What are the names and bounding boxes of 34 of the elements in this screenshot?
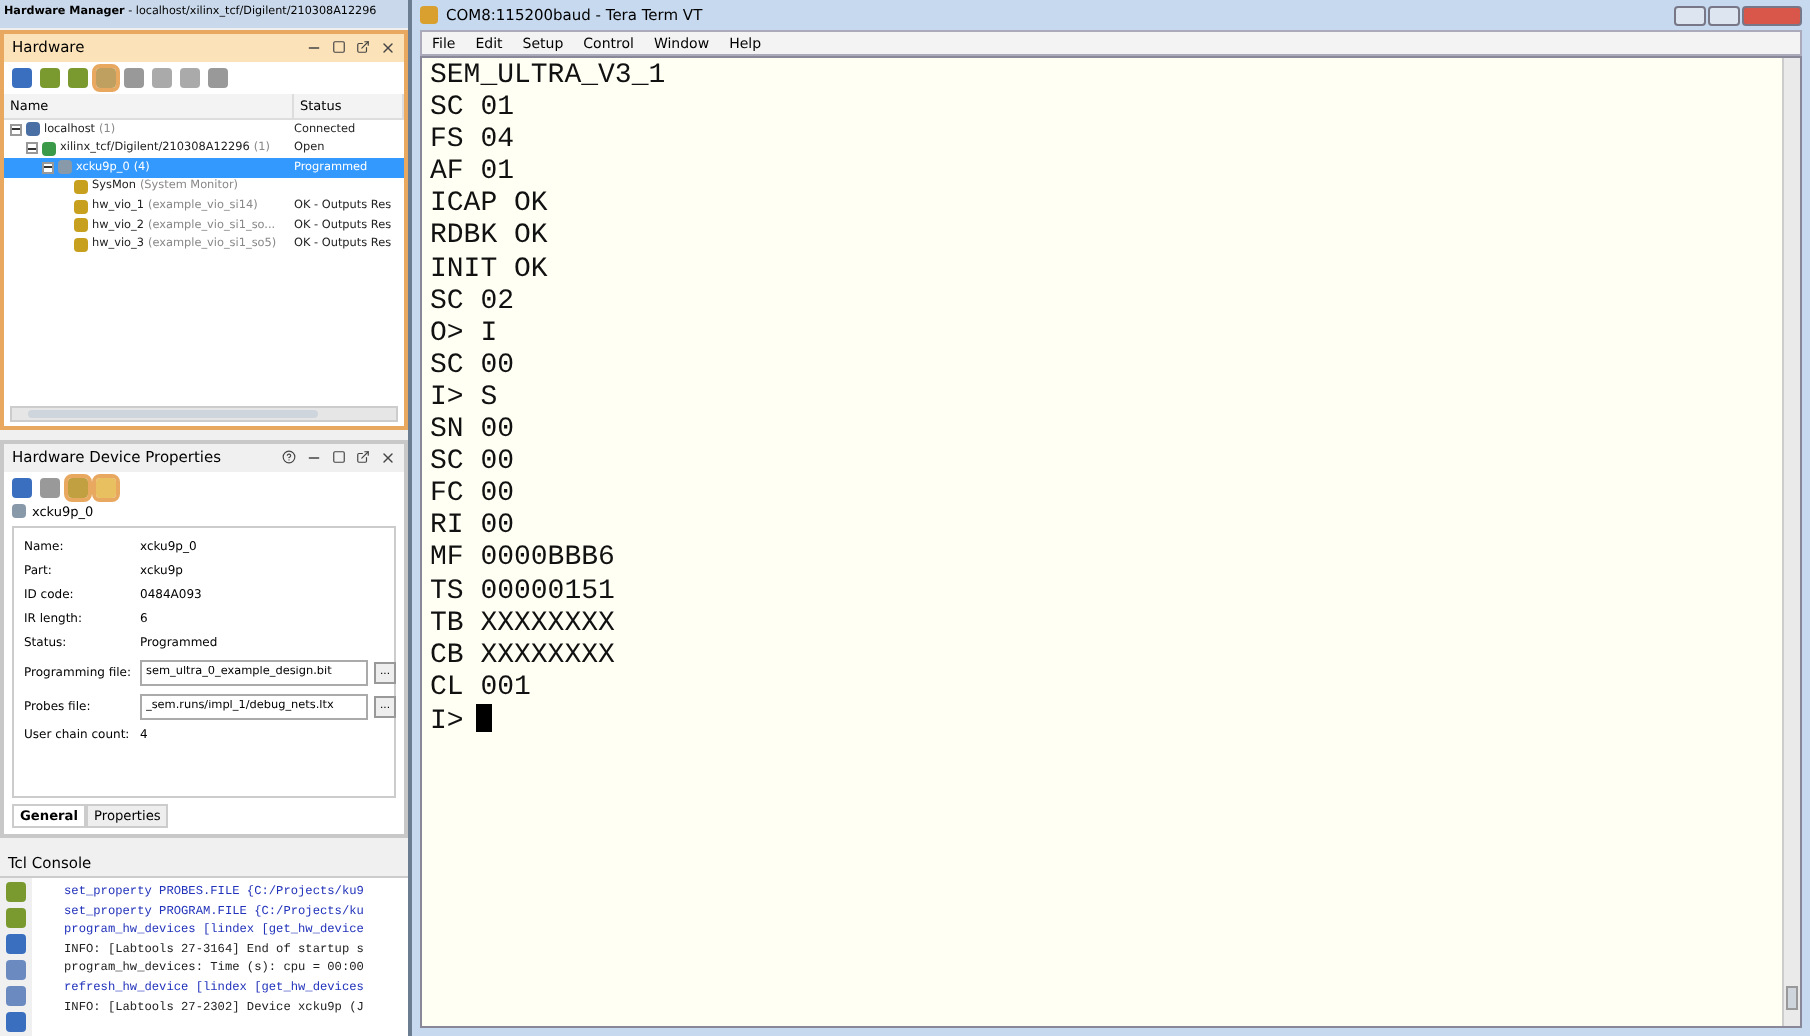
- terminal-line: SC 02: [430, 285, 517, 318]
- help-icon[interactable]: [282, 449, 296, 464]
- terminal-prompt: I>: [430, 705, 464, 738]
- terminal-line: SC 01: [430, 92, 517, 125]
- terminal-line: SC 00: [430, 349, 517, 382]
- terminal-line: TB XXXXXXXX: [430, 607, 617, 640]
- float-icon[interactable]: [356, 449, 370, 464]
- close-icon[interactable]: [380, 39, 396, 56]
- terminal-line: SN 00: [430, 414, 517, 447]
- terminal-line: CB XXXXXXXX: [430, 639, 617, 672]
- horizontal-scrollbar[interactable]: [10, 405, 398, 422]
- terminal-line: CL 001: [430, 671, 533, 704]
- terminal-line: MF 0000BBB6: [430, 542, 617, 575]
- terminal-line: I> S: [430, 381, 500, 415]
- terminal-line: FS 04: [430, 124, 517, 157]
- maximize-icon[interactable]: [332, 449, 346, 464]
- maximize-icon[interactable]: [332, 39, 346, 54]
- terminal-line: SC 00: [430, 446, 517, 479]
- terminal-line: ICAP OK: [430, 188, 550, 221]
- terminal-line: RDBK OK: [430, 220, 550, 254]
- maximize-button[interactable]: [1708, 5, 1740, 25]
- text-cursor: [475, 703, 492, 732]
- terminal-line: SEM_ULTRA_V3_1: [430, 60, 668, 93]
- close-icon[interactable]: [380, 449, 396, 466]
- close-button[interactable]: [1742, 5, 1802, 25]
- terminal-line: INIT OK: [430, 253, 550, 286]
- terminal-line: RI 00: [430, 510, 517, 543]
- vertical-scrollbar[interactable]: [1782, 58, 1800, 1026]
- terminal-line: TS 00000151: [430, 575, 617, 608]
- terminal-line: AF 01: [430, 156, 517, 189]
- terminal-line: O> I: [430, 317, 500, 350]
- float-icon[interactable]: [356, 39, 370, 54]
- minimize-button[interactable]: [1674, 5, 1706, 25]
- terminal-line: FC 00: [430, 478, 517, 511]
